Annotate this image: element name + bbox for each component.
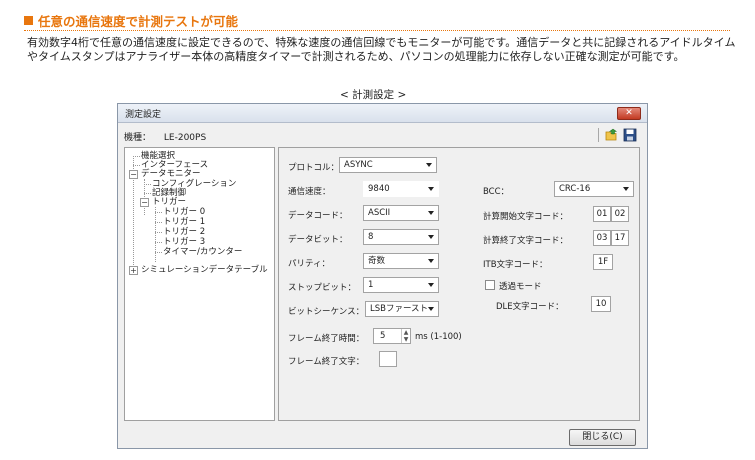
description-paragraph: 有効数字4桁で任意の通信速度に設定できるので、特殊な速度の通信回線でもモニターが…	[27, 36, 736, 63]
chevron-down-icon	[428, 259, 434, 263]
toolbar	[598, 128, 637, 142]
tree-item-trigger-3[interactable]: トリガー 3	[163, 237, 205, 247]
expand-icon[interactable]: +	[129, 266, 138, 275]
calc-end-label: 計算終了文字コード：	[483, 236, 569, 246]
collapse-icon[interactable]: −	[140, 198, 149, 207]
model-value: LE-200PS	[163, 133, 207, 143]
transparent-mode-label: 透過モード	[499, 282, 542, 292]
function-tree: 機能選択 インターフェース − データモニター コンフィグレーション 記録制御 …	[124, 147, 275, 421]
dialog-titlebar: 測定設定 ✕	[118, 104, 647, 123]
tree-item-trigger-1[interactable]: トリガー 1	[163, 217, 205, 227]
protocol-label: プロトコル：	[288, 163, 340, 173]
heading-divider	[24, 30, 730, 31]
save-icon[interactable]	[623, 128, 637, 142]
stopbit-label: ストップビット：	[288, 283, 357, 293]
tree-item-trigger-0[interactable]: トリガー 0	[163, 207, 205, 217]
collapse-icon[interactable]: −	[129, 170, 138, 179]
itb-input[interactable]: 1F	[593, 254, 613, 270]
tree-item-trigger[interactable]: トリガー	[152, 197, 186, 207]
dle-label: DLE文字コード：	[496, 302, 564, 312]
folder-open-icon[interactable]	[605, 128, 619, 142]
calc-start-input-1[interactable]: 01	[593, 206, 611, 222]
datacode-select[interactable]: ASCII	[363, 205, 439, 221]
baud-label: 通信速度：	[288, 187, 331, 197]
chevron-down-icon	[428, 187, 434, 191]
tree-item-timer-counter[interactable]: タイマー/カウンター	[163, 247, 242, 257]
measurement-settings-dialog: 測定設定 ✕ 機種： LE-200PS 機能選択 インターフェース − データモ…	[117, 103, 648, 449]
chevron-down-icon	[426, 163, 432, 167]
frame-time-input[interactable]: 5 ▲ ▼	[373, 328, 411, 344]
orange-square-bullet	[24, 16, 33, 25]
section-heading: 任意の通信速度で計測テストが可能	[24, 11, 238, 30]
frame-char-input[interactable]	[379, 351, 397, 367]
calc-end-input-1[interactable]: 03	[593, 230, 611, 246]
calc-start-input-2[interactable]: 02	[611, 206, 629, 222]
itb-label: ITB文字コード：	[483, 260, 548, 270]
spinner-arrows-icon[interactable]: ▲ ▼	[401, 329, 410, 343]
datacode-label: データコード：	[288, 211, 348, 221]
protocol-select[interactable]: ASYNC	[339, 157, 437, 173]
tree-item-simulation-table[interactable]: シミュレーションデータテーブル	[141, 265, 268, 275]
tree-item-trigger-2[interactable]: トリガー 2	[163, 227, 205, 237]
dialog-title: 測定設定	[125, 110, 162, 120]
bcc-label: BCC：	[483, 187, 510, 197]
chevron-down-icon	[428, 235, 434, 239]
baud-select[interactable]: 9840	[363, 181, 439, 197]
calc-end-input-2[interactable]: 17	[611, 230, 629, 246]
databit-label: データビット：	[288, 235, 348, 245]
frame-time-unit: ms (1-100)	[415, 332, 462, 342]
heading-text: 任意の通信速度で計測テストが可能	[38, 14, 239, 29]
screenshot-caption: < 計測設定 >	[340, 89, 407, 101]
transparent-mode-checkbox[interactable]	[485, 280, 495, 290]
stopbit-select[interactable]: 1	[363, 277, 439, 293]
settings-panel: プロトコル： ASYNC 通信速度： 9840 データコード： ASCII デー…	[278, 147, 640, 421]
close-button[interactable]: 閉じる(C)	[569, 429, 636, 446]
chevron-down-icon	[623, 187, 629, 191]
bitseq-select[interactable]: LSBファースト	[365, 301, 439, 317]
model-row: 機種： LE-200PS	[124, 130, 206, 143]
databit-select[interactable]: 8	[363, 229, 439, 245]
parity-select[interactable]: 奇数	[363, 253, 439, 269]
toolbar-separator	[598, 128, 599, 142]
frame-time-label: フレーム終了時間：	[288, 334, 365, 344]
calc-start-label: 計算開始文字コード：	[483, 212, 569, 222]
tree-item-data-monitor[interactable]: データモニター	[141, 169, 201, 179]
parity-label: パリティ：	[288, 259, 330, 269]
frame-char-label: フレーム終了文字：	[288, 357, 365, 367]
bitseq-label: ビットシーケンス：	[288, 307, 365, 317]
close-icon[interactable]: ✕	[617, 107, 641, 120]
dle-input[interactable]: 10	[591, 296, 611, 312]
bcc-select[interactable]: CRC-16	[554, 181, 634, 197]
model-label: 機種：	[124, 133, 152, 143]
chevron-down-icon	[428, 307, 434, 311]
chevron-down-icon	[428, 211, 434, 215]
chevron-down-icon	[428, 283, 434, 287]
